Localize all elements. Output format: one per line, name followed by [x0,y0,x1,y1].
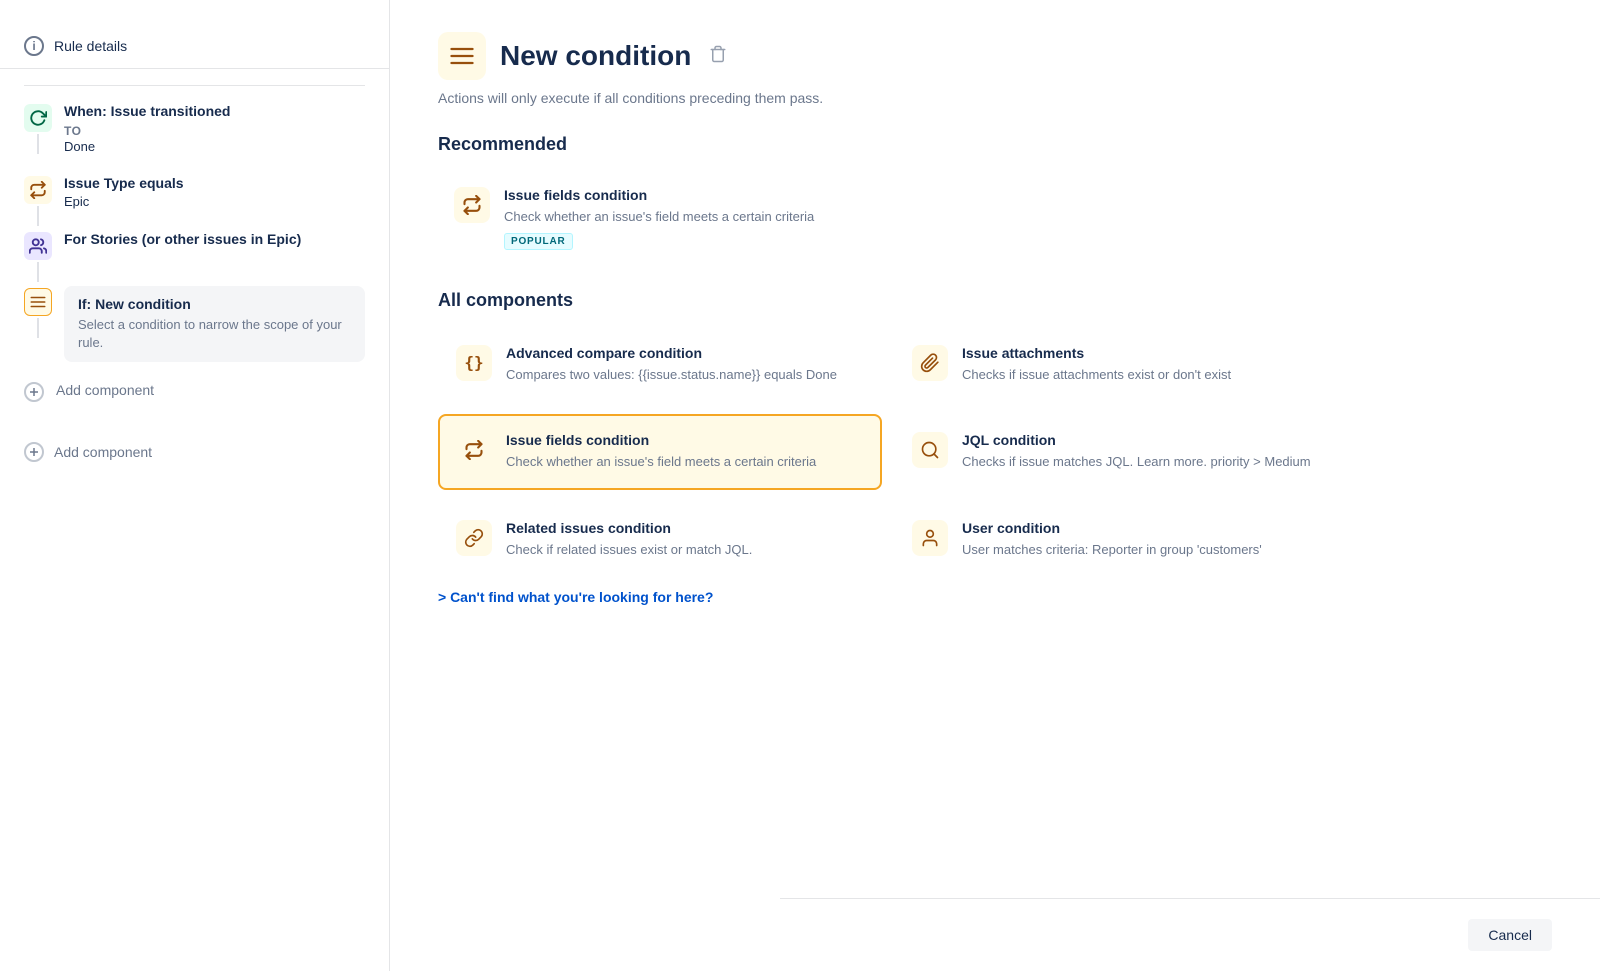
advanced-compare-body: Advanced compare condition Compares two … [506,345,864,385]
for-icon [24,232,52,260]
if-text: If: New condition Select a condition to … [64,286,365,378]
sidebar-step-when: When: Issue transitioned TO Done [24,102,365,170]
if-block-desc: Select a condition to narrow the scope o… [78,316,351,352]
step-icon-col-when [24,102,52,154]
issue-attachments-icon [912,345,948,381]
issue-attachments-body: Issue attachments Checks if issue attach… [962,345,1320,385]
find-more-link[interactable]: > Can't find what you're looking for her… [438,589,1552,605]
condition-text: Issue Type equals Epic [64,174,365,226]
add-component-bottom-label: Add component [54,444,152,460]
card-related-issues[interactable]: Related issues condition Check if relate… [438,502,882,578]
card-issue-attachments[interactable]: Issue attachments Checks if issue attach… [894,327,1338,403]
sidebar-step-condition: Issue Type equals Epic [24,174,365,226]
add-component-inner-label: Add component [56,382,154,414]
recommended-card-title: Issue fields condition [504,187,842,203]
main-content: New condition Actions will only execute … [390,0,1600,713]
issue-fields-desc: Check whether an issue's field meets a c… [506,452,864,472]
condition-title: Issue Type equals [64,174,365,194]
sidebar-steps: When: Issue transitioned TO Done [0,102,389,418]
recommended-title: Recommended [438,134,1552,155]
card-user-condition[interactable]: User condition User matches criteria: Re… [894,502,1338,578]
issue-fields-icon [456,432,492,468]
if-icon [24,288,52,316]
related-issues-desc: Check if related issues exist or match J… [506,540,864,560]
sidebar-divider [24,85,365,86]
if-block: If: New condition Select a condition to … [64,286,365,362]
page-title: New condition [500,40,691,72]
recommended-card-icon [454,187,490,223]
card-jql-condition[interactable]: JQL condition Checks if issue matches JQ… [894,414,1338,490]
condition-icon [24,176,52,204]
add-circle-bottom [24,442,44,462]
recommended-card-body: Issue fields condition Check whether an … [504,187,842,250]
sidebar-step-for: For Stories (or other issues in Epic) [24,230,365,282]
when-icon [24,104,52,132]
user-condition-desc: User matches criteria: Reporter in group… [962,540,1320,560]
condition-value: Epic [64,194,365,209]
issue-attachments-title: Issue attachments [962,345,1320,361]
when-title: When: Issue transitioned [64,102,365,122]
recommended-section: Recommended Issue fields condition Check… [438,134,1552,266]
issue-attachments-desc: Checks if issue attachments exist or don… [962,365,1320,385]
advanced-compare-title: Advanced compare condition [506,345,864,361]
rule-details-row[interactable]: i Rule details [0,24,389,69]
related-issues-icon [456,520,492,556]
sidebar-step-if: If: New condition Select a condition to … [24,286,365,378]
card-issue-fields[interactable]: Issue fields condition Check whether an … [438,414,882,490]
vline-3 [37,262,39,282]
rule-details-label: Rule details [54,38,127,54]
issue-fields-body: Issue fields condition Check whether an … [506,432,864,472]
jql-condition-title: JQL condition [962,432,1320,448]
user-condition-icon [912,520,948,556]
when-value: Done [64,139,365,154]
page-header: New condition [438,32,1552,80]
if-block-title: If: New condition [78,296,351,312]
all-components-section: All components {} Advanced compare condi… [438,290,1552,578]
advanced-compare-desc: Compares two values: {{issue.status.name… [506,365,864,385]
issue-fields-title: Issue fields condition [506,432,864,448]
card-advanced-compare[interactable]: {} Advanced compare condition Compares t… [438,327,882,403]
jql-condition-body: JQL condition Checks if issue matches JQ… [962,432,1320,472]
popular-badge: POPULAR [504,233,573,250]
page-subtitle: Actions will only execute if all conditi… [438,90,1552,106]
recommended-card-desc: Check whether an issue's field meets a c… [504,207,842,227]
step-icon-col-condition [24,174,52,226]
add-circle-inner [24,382,44,402]
step-icon-col-for [24,230,52,282]
for-text: For Stories (or other issues in Epic) [64,230,365,266]
cancel-button[interactable]: Cancel [1468,919,1552,951]
trash-icon[interactable] [709,45,727,68]
footer: Cancel [780,898,1600,971]
recommended-card[interactable]: Issue fields condition Check whether an … [438,171,858,266]
user-condition-body: User condition User matches criteria: Re… [962,520,1320,560]
page-icon [438,32,486,80]
advanced-compare-icon: {} [456,345,492,381]
vline-4 [37,318,39,338]
sidebar-add-component-inner[interactable]: Add component [24,382,365,414]
when-subtitle: TO [64,124,365,138]
jql-condition-icon [912,432,948,468]
info-icon: i [24,36,44,56]
user-condition-title: User condition [962,520,1320,536]
related-issues-title: Related issues condition [506,520,864,536]
vline-1 [37,134,39,154]
add-component-inner-text: Add component [56,382,154,398]
related-issues-body: Related issues condition Check if relate… [506,520,864,560]
add-inner-icon-col [24,382,44,402]
sidebar: i Rule details When: Issue transition [0,0,390,971]
step-icon-col-if [24,286,52,338]
jql-condition-desc: Checks if issue matches JQL. Learn more.… [962,452,1320,472]
find-more-text: > Can't find what you're looking for her… [438,589,713,605]
vline-2 [37,206,39,226]
when-text: When: Issue transitioned TO Done [64,102,365,170]
components-grid: {} Advanced compare condition Compares t… [438,327,1338,578]
for-title: For Stories (or other issues in Epic) [64,230,365,250]
all-components-title: All components [438,290,1552,311]
sidebar-add-component-bottom[interactable]: Add component [0,430,389,474]
